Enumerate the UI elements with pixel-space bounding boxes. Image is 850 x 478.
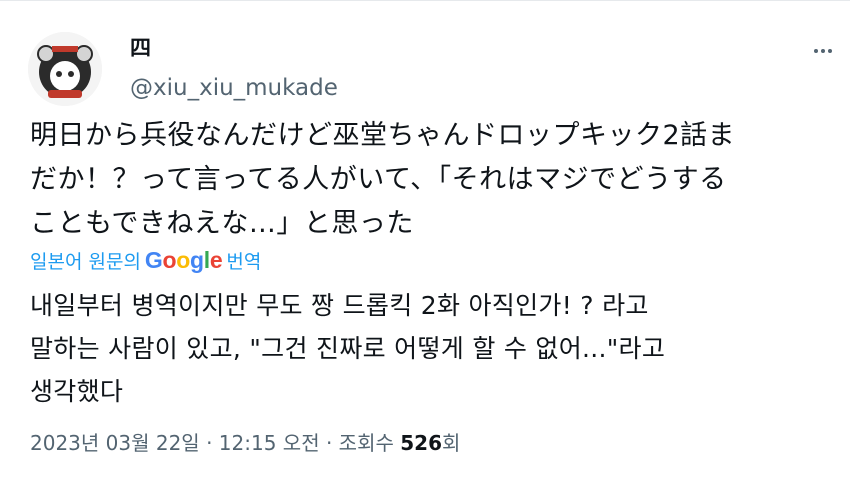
tweet-text-line: こともできねえな…」と思った: [30, 208, 414, 239]
tweet-text-line: だか！？って言ってる人がいて、「それはマジでどうする: [30, 164, 727, 195]
tweet-date[interactable]: 2023년 03월 22일: [30, 431, 200, 455]
avatar[interactable]: [28, 32, 102, 106]
author-handle[interactable]: @xiu_xiu_mukade: [130, 74, 338, 102]
translated-line: 말하는 사람이 있고, "그건 진짜로 어떻게 할 수 없어..."라고: [30, 334, 666, 363]
google-logo: Google: [144, 246, 223, 274]
translate-link[interactable]: 일본어 원문의 Google 번역: [30, 246, 261, 274]
tweet-meta: 2023년 03월 22일 · 12:15 오전 · 조회수 526회: [30, 428, 460, 458]
meta-separator: ·: [325, 431, 333, 455]
google-letter: e: [209, 246, 223, 273]
translated-line: 내일부터 병역이지만 무도 짱 드롭킥 2화 아직인가! ? 라고: [30, 291, 649, 320]
views-unit: 회: [441, 431, 461, 455]
more-options-icon[interactable]: [812, 40, 834, 62]
views-label: 조회수: [338, 431, 394, 455]
google-letter: G: [144, 246, 163, 273]
google-letter: o: [176, 246, 191, 273]
meta-separator: ·: [206, 431, 213, 455]
google-letter: o: [162, 246, 177, 273]
translate-prefix: 일본어 원문의: [30, 250, 141, 273]
tweet-text-translated: 내일부터 병역이지만 무도 짱 드롭킥 2화 아직인가! ? 라고 말하는 사람…: [30, 284, 830, 413]
views-count: 526: [400, 431, 442, 455]
author-name[interactable]: 四: [130, 36, 151, 60]
translated-line: 생각했다: [30, 377, 124, 406]
translate-suffix: 번역: [226, 250, 262, 273]
tweet-text-line: 明日から兵役なんだけど巫堂ちゃんドロップキック2話ま: [30, 120, 736, 151]
tweet-text-original: 明日から兵役なんだけど巫堂ちゃんドロップキック2話ま だか！？って言ってる人がい…: [30, 114, 830, 246]
top-divider: [0, 0, 850, 1]
tweet-time[interactable]: 12:15 오전: [219, 431, 320, 455]
google-letter: g: [190, 246, 204, 273]
